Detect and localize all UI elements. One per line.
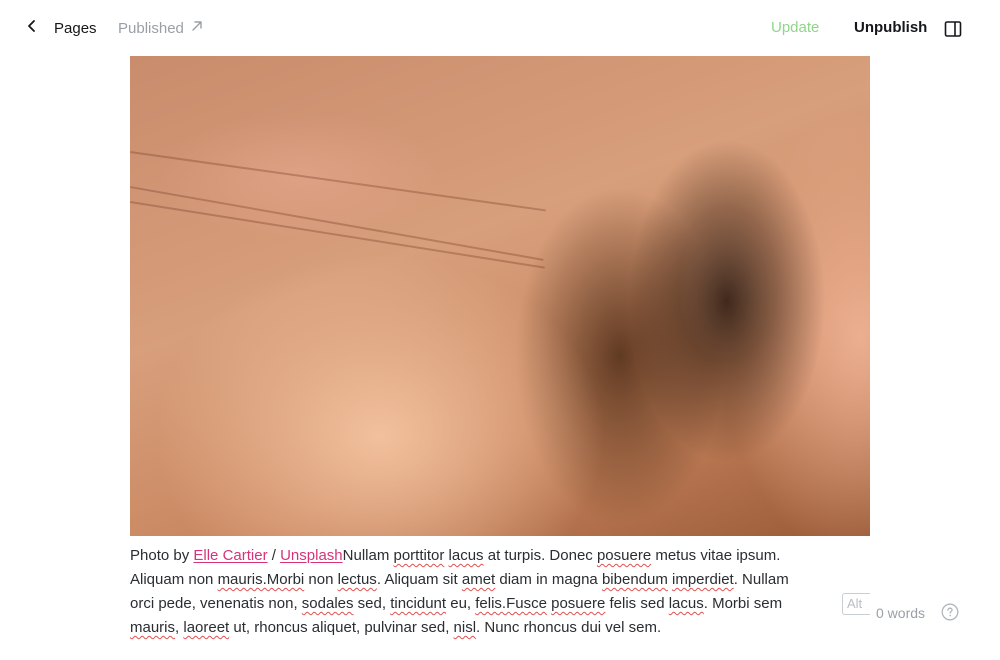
caption-text: at turpis. Donec	[483, 547, 597, 564]
sidebar-toggle-icon[interactable]	[943, 19, 963, 39]
feature-image[interactable]	[130, 56, 870, 536]
spellcheck-word: amet	[461, 571, 496, 588]
published-status-link[interactable]: Published	[118, 16, 204, 40]
spellcheck-word: nisl	[453, 619, 477, 636]
caption-text: ut, rhoncus aliquet, pulvinar sed,	[229, 619, 454, 636]
spellcheck-word: lacus	[448, 547, 484, 564]
spellcheck-word: bibendum	[601, 571, 668, 588]
spellcheck-word: posuere	[551, 595, 606, 612]
editor-header: Pages Published Update Unpublish	[0, 0, 1000, 56]
caption-separator: /	[267, 547, 281, 564]
spellcheck-word: mauris	[130, 619, 176, 636]
word-count: 0 words	[876, 605, 926, 621]
image-detail	[130, 151, 547, 212]
unpublish-button[interactable]: Unpublish	[854, 16, 927, 40]
caption-text: . Nunc rhoncus dui vel sem.	[476, 619, 662, 636]
back-label: Pages	[54, 19, 97, 37]
caption-text: sed,	[353, 595, 391, 612]
spellcheck-word: porttitor	[393, 547, 445, 564]
image-detail	[130, 186, 544, 261]
chevron-left-icon	[22, 16, 42, 41]
spellcheck-word: sodales	[301, 595, 354, 612]
update-button[interactable]: Update	[771, 16, 819, 40]
caption-prefix: Photo by	[130, 547, 194, 564]
image-detail	[130, 201, 545, 269]
caption-text: Nullam	[342, 547, 390, 564]
photographer-link[interactable]: Elle Cartier	[193, 547, 267, 564]
help-circle-icon[interactable]	[941, 603, 959, 621]
caption-text: felis sed	[605, 595, 669, 612]
spellcheck-word: lacus	[668, 595, 704, 612]
alt-text-button[interactable]: Alt	[842, 593, 870, 615]
spellcheck-word: felis.Fusce	[475, 595, 547, 612]
spellcheck-word: mauris.Morbi	[217, 571, 305, 588]
source-link[interactable]: Unsplash	[280, 547, 343, 564]
caption-text: non	[304, 571, 338, 588]
spellcheck-word: laoreet	[183, 619, 230, 636]
caption-text: . Morbi sem	[703, 595, 783, 612]
spellcheck-word: lectus	[337, 571, 377, 588]
caption-text: diam in magna	[495, 571, 602, 588]
caption-text: eu,	[446, 595, 476, 612]
arrow-up-right-icon	[190, 19, 204, 37]
back-to-pages-link[interactable]: Pages	[22, 16, 97, 40]
image-caption[interactable]: Photo by Elle Cartier / UnsplashNullam p…	[130, 544, 810, 640]
caption-text: . Aliquam sit	[376, 571, 462, 588]
spellcheck-word: imperdiet	[672, 571, 734, 588]
spellcheck-word: posuere	[596, 547, 652, 564]
status-label: Published	[118, 19, 184, 37]
spellcheck-word: tincidunt	[390, 595, 447, 612]
